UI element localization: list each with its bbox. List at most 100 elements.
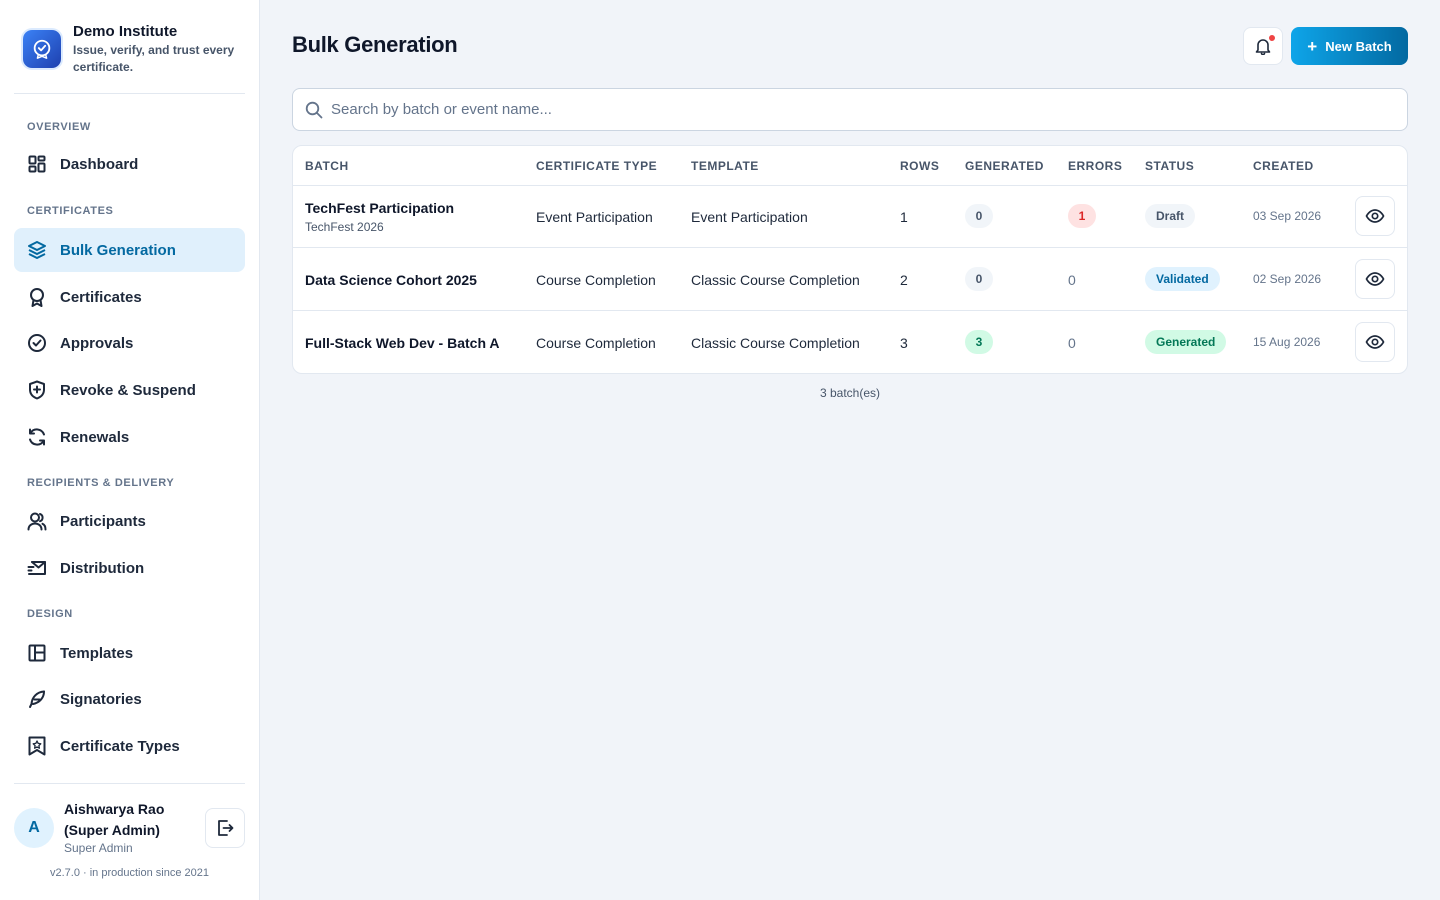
user-role: Super Admin — [64, 841, 133, 855]
version-text: v2.7.0 · in production since 2021 — [50, 867, 209, 879]
sidebar-item-label: Certificate Types — [60, 737, 180, 755]
sidebar-item-participants[interactable]: Participants — [14, 499, 245, 543]
template-name: Event Participation — [691, 209, 808, 225]
batch-name: TechFest Participation — [305, 200, 455, 216]
column-header-certificate-type: CERTIFICATE TYPE — [536, 159, 658, 173]
dashboard-grid-icon — [27, 154, 47, 174]
created-date: 03 Sep 2026 — [1253, 209, 1322, 223]
batch-count: 3 batch(es) — [819, 386, 881, 400]
brand-name: Demo Institute — [73, 23, 178, 40]
sidebar-item-bulk-generation[interactable]: Bulk Generation — [14, 228, 245, 272]
eye-icon — [1365, 209, 1385, 223]
layers-icon — [27, 240, 47, 260]
search-icon — [305, 101, 323, 119]
template-layout-icon — [27, 643, 47, 663]
table-row[interactable]: Full-Stack Web Dev - Batch A Course Comp… — [293, 311, 1407, 373]
notifications-button[interactable] — [1243, 27, 1283, 65]
table-row[interactable]: TechFest Participation TechFest 2026 Eve… — [293, 185, 1407, 248]
column-header-batch: BATCH — [305, 159, 349, 173]
plus-icon: + — [1307, 36, 1318, 56]
sidebar-item-label: Templates — [60, 644, 134, 662]
generated-count: 0 — [965, 267, 993, 291]
brand-tagline: Issue, verify, and trust every certifica… — [73, 43, 235, 74]
user-name: Aishwarya Rao (Super Admin) — [64, 801, 165, 838]
view-batch-button[interactable] — [1355, 259, 1395, 299]
column-header-errors: ERRORS — [1068, 159, 1123, 173]
section-label-overview: OVERVIEW — [27, 121, 91, 133]
eye-icon — [1365, 335, 1385, 349]
sidebar-item-dashboard[interactable]: Dashboard — [14, 142, 245, 186]
certificate-type: Event Participation — [536, 209, 653, 225]
logout-button[interactable] — [205, 808, 245, 848]
batch-table: BATCH CERTIFICATE TYPE TEMPLATE ROWS GEN… — [292, 145, 1408, 374]
badge-check-icon — [33, 39, 51, 59]
notification-dot — [1268, 34, 1276, 42]
created-date: 15 Aug 2026 — [1253, 335, 1321, 349]
shield-plus-icon — [27, 380, 47, 400]
column-header-template: TEMPLATE — [691, 159, 759, 173]
new-batch-label: New Batch — [1325, 38, 1392, 54]
batch-name: Full-Stack Web Dev - Batch A — [305, 335, 500, 351]
search-box — [292, 88, 1408, 131]
sidebar-item-label: Participants — [60, 512, 146, 530]
batch-event: TechFest 2026 — [305, 220, 384, 234]
sidebar-item-renewals[interactable]: Renewals — [14, 415, 245, 459]
new-batch-button[interactable]: + New Batch — [1291, 27, 1408, 65]
certificate-type: Course Completion — [536, 335, 656, 351]
page-title: Bulk Generation — [292, 32, 458, 57]
row-count: 2 — [900, 272, 908, 288]
sidebar-item-distribution[interactable]: Distribution — [14, 546, 245, 590]
refresh-icon — [27, 427, 47, 447]
error-count: 0 — [1068, 335, 1076, 351]
sidebar-item-label: Bulk Generation — [60, 241, 176, 259]
section-label-recipients-delivery: RECIPIENTS & DELIVERY — [27, 477, 175, 489]
section-label-design: DESIGN — [27, 608, 73, 620]
award-ribbon-icon — [27, 287, 47, 307]
mail-send-icon — [27, 558, 47, 578]
batch-name: Data Science Cohort 2025 — [305, 272, 477, 288]
sidebar-item-certificates[interactable]: Certificates — [14, 275, 245, 319]
section-label-certificates: CERTIFICATES — [27, 205, 114, 217]
error-count: 1 — [1068, 204, 1096, 228]
created-date: 02 Sep 2026 — [1253, 272, 1322, 286]
generated-count: 0 — [965, 204, 993, 228]
status-badge: Draft — [1145, 204, 1196, 228]
logout-icon — [218, 820, 234, 836]
column-header-rows: ROWS — [900, 159, 940, 173]
brand-header: Demo Institute Issue, verify, and trust … — [14, 14, 245, 94]
template-name: Classic Course Completion — [691, 335, 860, 351]
table-row[interactable]: Data Science Cohort 2025 Course Completi… — [293, 248, 1407, 311]
eye-icon — [1365, 272, 1385, 286]
sidebar-item-label: Revoke & Suspend — [60, 381, 196, 399]
sidebar: Demo Institute Issue, verify, and trust … — [0, 0, 260, 900]
search-input[interactable] — [331, 90, 1391, 129]
sidebar-item-approvals[interactable]: Approvals — [14, 321, 245, 365]
certificate-type: Course Completion — [536, 272, 656, 288]
template-name: Classic Course Completion — [691, 272, 860, 288]
feather-pen-icon — [27, 689, 47, 709]
view-batch-button[interactable] — [1355, 322, 1395, 362]
row-count: 3 — [900, 335, 908, 351]
view-batch-button[interactable] — [1355, 196, 1395, 236]
sidebar-item-signatories[interactable]: Signatories — [14, 677, 245, 721]
users-icon — [27, 511, 47, 531]
column-header-status: STATUS — [1145, 159, 1195, 173]
column-header-generated: GENERATED — [965, 159, 1044, 173]
sidebar-item-revoke-suspend[interactable]: Revoke & Suspend — [14, 368, 245, 412]
avatar[interactable]: A — [14, 808, 54, 848]
sidebar-item-label: Signatories — [60, 690, 142, 708]
row-count: 1 — [900, 209, 908, 225]
divider — [14, 783, 245, 784]
sidebar-item-templates[interactable]: Templates — [14, 631, 245, 675]
error-count: 0 — [1068, 272, 1076, 288]
sidebar-item-label: Dashboard — [60, 155, 139, 173]
brand-logo — [23, 30, 61, 68]
sidebar-item-label: Certificates — [60, 288, 142, 306]
sidebar-item-certificate-types[interactable]: Certificate Types — [14, 724, 245, 768]
status-badge: Validated — [1145, 267, 1220, 291]
check-circle-icon — [27, 333, 47, 353]
status-badge: Generated — [1145, 330, 1227, 354]
sidebar-item-label: Distribution — [60, 559, 145, 577]
bookmark-star-icon — [27, 736, 47, 756]
sidebar-item-label: Approvals — [60, 334, 134, 352]
